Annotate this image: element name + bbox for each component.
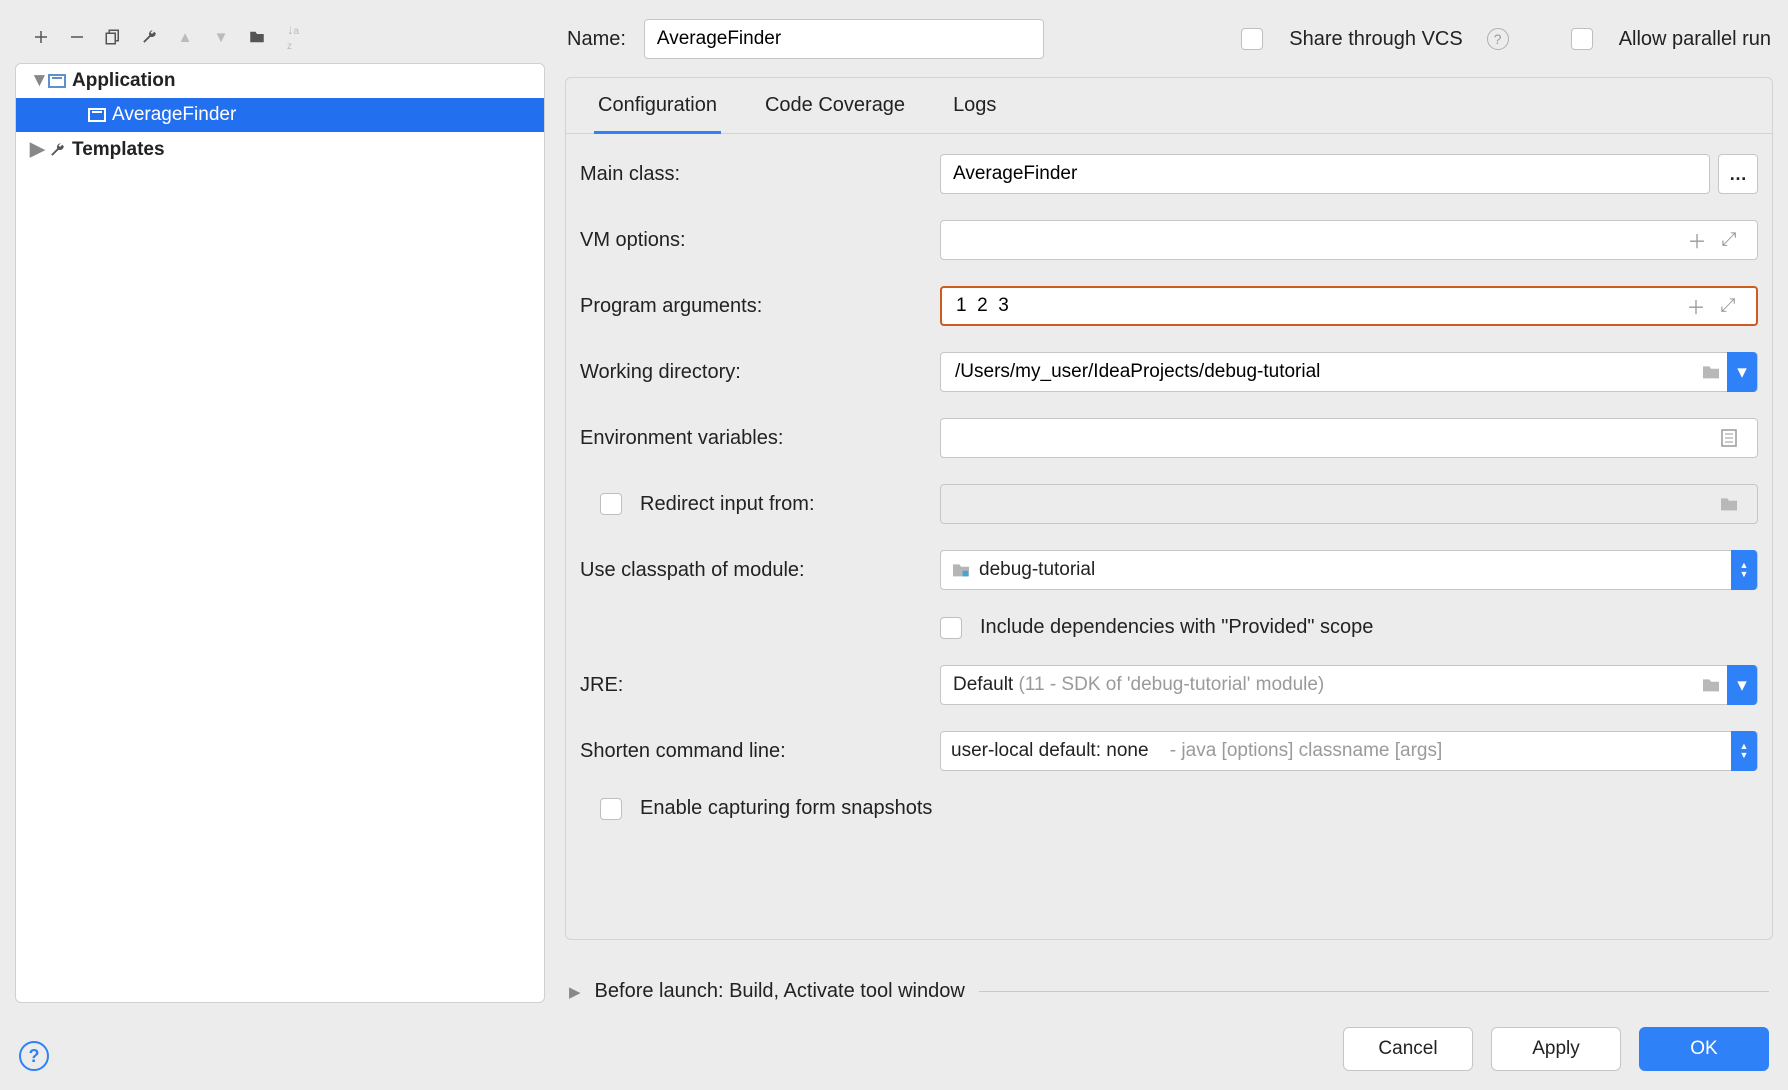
parallel-run-label: Allow parallel run [1619,28,1771,51]
share-help-icon[interactable]: ? [1487,28,1509,50]
before-launch-arrow-icon[interactable]: ▶ [569,983,581,1001]
redirect-input-label: Redirect input from: [640,493,930,516]
working-dir-label: Working directory: [580,361,920,384]
tree-templates-label: Templates [72,139,165,161]
main-class-label: Main class: [580,163,920,186]
jre-value: Default [953,674,1013,696]
redirect-folder-icon [1713,484,1745,524]
snapshots-checkbox[interactable] [600,798,622,820]
main-class-input[interactable] [940,154,1710,194]
tab-logs[interactable]: Logs [949,78,1000,133]
wrench-icon [48,141,66,159]
tree-templates-node[interactable]: ▶ Templates [16,132,544,167]
name-label: Name: [567,28,626,51]
parallel-run-checkbox[interactable] [1571,28,1593,50]
main-class-browse-button[interactable]: … [1718,154,1758,194]
config-name-input[interactable] [644,19,1044,59]
args-add-icon[interactable]: ＋ [1680,286,1712,326]
config-tree: ▼ Application AverageFinder ▶ Templates [15,63,545,1003]
jre-dropdown-button[interactable]: ▾ [1727,665,1757,705]
args-expand-icon[interactable]: ⤢ [1712,286,1744,326]
shorten-select[interactable]: user-local default: none - java [options… [940,731,1758,771]
working-dir-input[interactable] [953,360,1695,384]
env-vars-input[interactable] [953,426,1713,450]
working-dir-folder-icon[interactable] [1695,352,1727,392]
share-vcs-checkbox[interactable] [1241,28,1263,50]
env-vars-label: Environment variables: [580,427,920,450]
share-vcs-label: Share through VCS [1289,28,1462,51]
snapshots-label: Enable capturing form snapshots [640,797,932,820]
shorten-value: user-local default: none [951,740,1149,762]
help-button[interactable]: ? [19,1041,49,1071]
collapse-arrow-icon: ▶ [30,138,42,161]
program-args-label: Program arguments: [580,295,920,318]
move-down-button[interactable]: ▼ [205,23,237,51]
tree-application-node[interactable]: ▼ Application [16,64,544,98]
apply-button[interactable]: Apply [1491,1027,1621,1071]
redirect-input-field [953,496,1713,513]
copy-config-button[interactable] [97,23,129,51]
expand-arrow-icon: ▼ [30,70,42,92]
separator-line [979,991,1769,992]
shorten-label: Shorten command line: [580,740,920,763]
shorten-hint: - java [options] classname [args] [1170,740,1442,762]
jre-hint: (11 - SDK of 'debug-tutorial' module) [1018,674,1324,696]
config-toolbar: ▲ ▼ ↓az [15,15,545,59]
tree-application-label: Application [72,70,175,92]
folder-button[interactable] [241,23,273,51]
vm-options-input[interactable] [953,228,1681,252]
classpath-value: debug-tutorial [979,559,1095,581]
vm-expand-icon[interactable]: ⤢ [1713,220,1745,260]
before-launch-label[interactable]: Before launch: Build, Activate tool wind… [595,980,965,1003]
classpath-stepper-icon[interactable]: ▲▼ [1731,550,1757,590]
ok-button[interactable]: OK [1639,1027,1769,1071]
shorten-stepper-icon[interactable]: ▲▼ [1731,731,1757,771]
jre-folder-icon[interactable] [1695,665,1727,705]
jre-label: JRE: [580,674,920,697]
remove-config-button[interactable] [61,23,93,51]
program-args-input[interactable] [954,294,1680,318]
vm-add-icon[interactable]: ＋ [1681,220,1713,260]
module-icon [951,562,971,578]
sort-button[interactable]: ↓az [277,23,309,51]
edit-templates-button[interactable] [133,23,165,51]
application-icon [88,108,106,122]
classpath-select[interactable]: debug-tutorial ▲▼ [940,550,1758,590]
tree-config-averagefinder[interactable]: AverageFinder [16,98,544,132]
add-config-button[interactable] [25,23,57,51]
vm-options-label: VM options: [580,229,920,252]
working-dir-dropdown-button[interactable]: ▾ [1727,352,1757,392]
application-icon [48,74,66,88]
redirect-input-checkbox[interactable] [600,493,622,515]
cancel-button[interactable]: Cancel [1343,1027,1473,1071]
classpath-label: Use classpath of module: [580,559,920,582]
provided-scope-label: Include dependencies with "Provided" sco… [980,616,1373,639]
provided-scope-checkbox[interactable] [940,617,962,639]
tree-config-label: AverageFinder [112,104,236,126]
env-vars-list-icon[interactable] [1713,418,1745,458]
tab-code-coverage[interactable]: Code Coverage [761,78,909,133]
tab-configuration[interactable]: Configuration [594,78,721,134]
move-up-button[interactable]: ▲ [169,23,201,51]
